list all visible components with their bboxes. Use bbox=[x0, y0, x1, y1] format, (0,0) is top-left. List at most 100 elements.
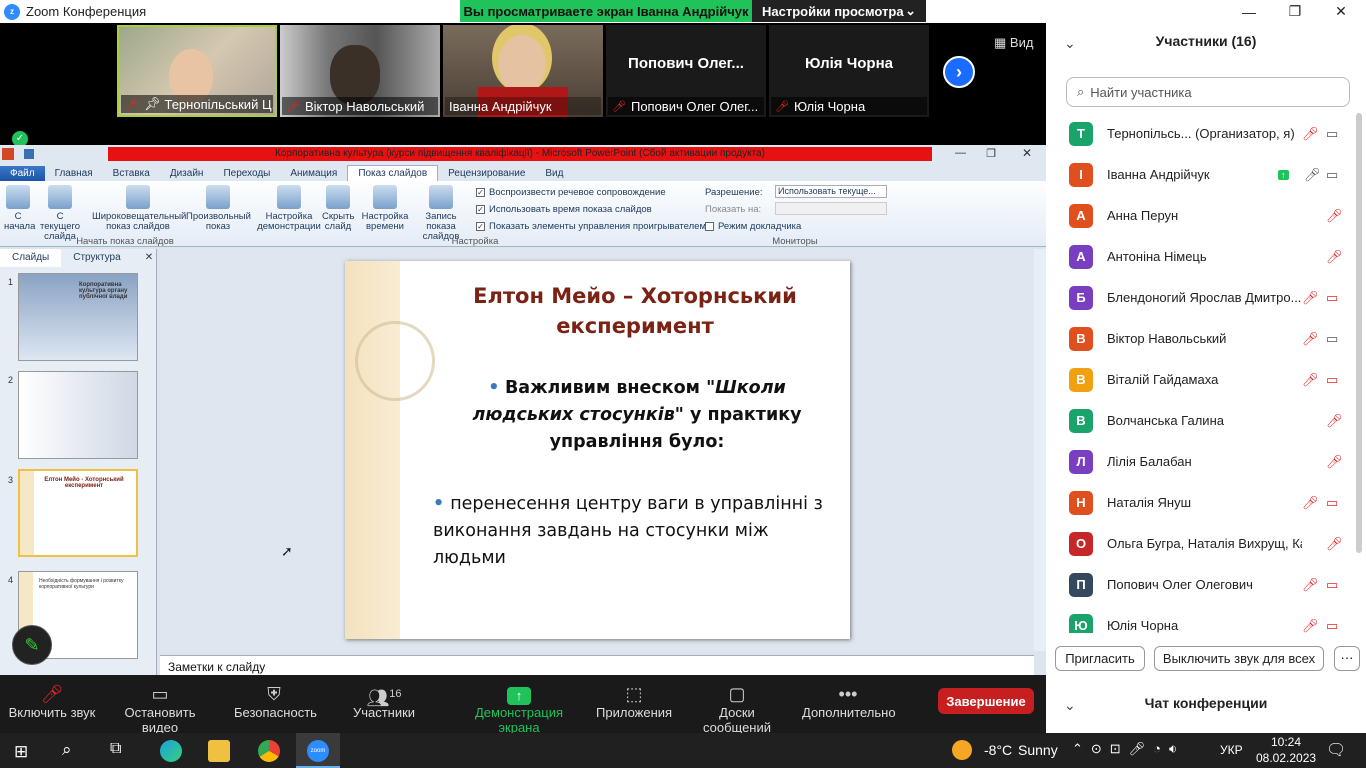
annotate-pen-icon[interactable]: ✎ bbox=[12, 625, 52, 665]
tab-slideshow[interactable]: Показ слайдов bbox=[347, 165, 439, 181]
video-tile[interactable]: Іванна Андрійчук bbox=[443, 25, 603, 117]
participant-row[interactable]: Н Наталія Януш 🎤︎ ▭ bbox=[1046, 482, 1356, 523]
weather-temp[interactable]: -8°C bbox=[984, 742, 1012, 758]
resolution-select[interactable]: Использовать текуще... bbox=[775, 185, 887, 198]
whiteboards-button[interactable]: ▢ Доски сообщений bbox=[684, 683, 790, 735]
tab-insert[interactable]: Вставка bbox=[103, 166, 160, 181]
view-options-button[interactable]: Настройки просмотра ⌄ bbox=[752, 0, 926, 22]
muted-mic-icon[interactable]: 🎤︎ bbox=[1302, 372, 1319, 388]
unmute-button[interactable]: 🎤︎ Включить звук bbox=[8, 683, 96, 720]
slide-scrollbar[interactable] bbox=[1034, 249, 1046, 651]
participant-row[interactable]: Ю Юлія Чорна 🎤︎ ▭ bbox=[1046, 605, 1356, 633]
close-button[interactable]: ✕ bbox=[1318, 0, 1364, 23]
rehearse-timings-button[interactable]: Настройка времени bbox=[360, 185, 410, 232]
muted-mic-icon[interactable]: 🎤︎ bbox=[1326, 208, 1343, 224]
video-tile[interactable]: 🎤︎ 📌︎ Тернопільський Ц... bbox=[117, 25, 277, 117]
narration-checkbox[interactable]: ✓ Воспроизвести речевое сопровождение bbox=[476, 187, 666, 198]
video-off-icon[interactable]: ▭ bbox=[1326, 372, 1338, 388]
video-icon[interactable]: ▭ bbox=[1326, 167, 1338, 183]
muted-mic-icon[interactable]: 🎤︎ bbox=[1326, 249, 1343, 265]
setup-show-button[interactable]: Настройка демонстрации bbox=[256, 185, 322, 232]
muted-mic-icon[interactable]: 🎤︎ bbox=[1302, 577, 1319, 593]
maximize-button[interactable]: ❐ bbox=[1272, 0, 1318, 23]
more-button[interactable]: ••• Дополнительно bbox=[802, 683, 896, 720]
zoom-taskbar-button[interactable]: zoom bbox=[296, 733, 340, 768]
participant-row[interactable]: Л Лілія Балабан 🎤︎ bbox=[1046, 441, 1356, 482]
video-off-icon[interactable]: ▭ bbox=[1326, 495, 1338, 511]
participant-row[interactable]: В Віктор Навольський 🎤︎ ▭ bbox=[1046, 318, 1356, 359]
task-view-icon[interactable]: ⧉ bbox=[110, 740, 121, 758]
video-off-icon[interactable]: ▭ bbox=[1326, 618, 1338, 634]
security-button[interactable]: ⛨ Безопасность bbox=[234, 683, 317, 720]
windows-start-icon[interactable]: ⊞ bbox=[14, 742, 28, 762]
mute-all-button[interactable]: Выключить звук для всех bbox=[1154, 646, 1324, 671]
tab-view[interactable]: Вид bbox=[535, 166, 573, 181]
tab-home[interactable]: Главная bbox=[45, 166, 103, 181]
file-explorer-icon[interactable] bbox=[208, 740, 230, 762]
more-options-icon[interactable]: ··· bbox=[1334, 646, 1360, 671]
ppt-restore-button[interactable]: ❐ bbox=[986, 147, 996, 160]
participant-row[interactable]: І Іванна Андрійчук ↑ 🎤︎ ▭ bbox=[1046, 154, 1356, 195]
slide-editor[interactable]: Елтон Мейо – Хоторнський експеримент • В… bbox=[160, 249, 1034, 651]
participant-row[interactable]: Б Блендоногий Ярослав Дмитро... 🎤︎ ▭ bbox=[1046, 277, 1356, 318]
muted-mic-icon[interactable]: 🎤︎ bbox=[1302, 290, 1319, 306]
tab-outline[interactable]: Структура bbox=[61, 249, 132, 267]
next-page-arrow-icon[interactable]: › bbox=[943, 56, 975, 88]
tab-file[interactable]: Файл bbox=[0, 166, 45, 181]
participant-list-scrollbar[interactable] bbox=[1356, 113, 1362, 553]
video-icon[interactable]: ▭ bbox=[1326, 126, 1338, 142]
muted-mic-icon[interactable]: 🎤︎ bbox=[1302, 331, 1319, 347]
edge-icon[interactable] bbox=[160, 740, 182, 762]
participants-button[interactable]: 👥︎16 Участники bbox=[352, 683, 416, 720]
broadcast-button[interactable]: Широковещательный показ слайдов bbox=[92, 185, 186, 232]
tab-transitions[interactable]: Переходы bbox=[213, 166, 280, 181]
hide-slide-button[interactable]: Скрыть слайд bbox=[322, 185, 354, 232]
video-tile[interactable]: Попович Олег... 🎤︎ Попович Олег Олег... bbox=[606, 25, 766, 117]
tab-review[interactable]: Рецензирование bbox=[438, 166, 535, 181]
slide-thumbnail[interactable]: Корпоративна культура органу публічної в… bbox=[18, 273, 138, 361]
participant-row[interactable]: В Віталій Гайдамаха 🎤︎ ▭ bbox=[1046, 359, 1356, 400]
end-meeting-button[interactable]: Завершение bbox=[938, 688, 1034, 714]
weather-text[interactable]: Sunny bbox=[1018, 742, 1058, 758]
participant-row[interactable]: Т Тернопільсь... (Организатор, я) 🎤︎ ▭ bbox=[1046, 113, 1356, 154]
timings-checkbox[interactable]: ✓ Использовать время показа слайдов bbox=[476, 204, 652, 215]
search-participant-input[interactable]: ⌕ Найти участника bbox=[1066, 77, 1350, 107]
muted-mic-icon[interactable]: 🎤︎ bbox=[1302, 618, 1319, 634]
current-slide[interactable]: Елтон Мейо – Хоторнський експеримент • В… bbox=[345, 261, 850, 639]
notes-pane[interactable]: Заметки к слайду bbox=[160, 655, 1034, 675]
minimize-button[interactable]: — bbox=[1226, 0, 1272, 23]
media-controls-checkbox[interactable]: ✓ Показать элементы управления проигрыват… bbox=[476, 221, 706, 232]
video-tile[interactable]: Юлія Чорна 🎤︎ Юлія Чорна bbox=[769, 25, 929, 117]
ppt-minimize-button[interactable]: — bbox=[955, 147, 966, 159]
mic-icon[interactable]: 🎤︎ bbox=[1304, 167, 1321, 183]
video-icon[interactable]: ▭ bbox=[1326, 331, 1338, 347]
ppt-close-button[interactable]: ✕ bbox=[1022, 146, 1032, 160]
slide-thumbnail[interactable] bbox=[18, 371, 138, 459]
participant-row[interactable]: О Ольга Бугра, Наталія Вихрущ, Кат... 🎤︎ bbox=[1046, 523, 1356, 564]
notifications-icon[interactable]: 🗨︎ bbox=[1326, 740, 1346, 760]
muted-mic-icon[interactable]: 🎤︎ bbox=[1302, 495, 1319, 511]
slide-thumbnail-selected[interactable]: Елтон Мейо - Хоторнський експеримент bbox=[18, 469, 138, 557]
monitor-select[interactable] bbox=[775, 202, 887, 215]
participant-row[interactable]: В Волчанська Галина 🎤︎ bbox=[1046, 400, 1356, 441]
clock-time[interactable]: 10:24 bbox=[1266, 735, 1306, 749]
muted-mic-icon[interactable]: 🎤︎ bbox=[1326, 454, 1343, 470]
invite-button[interactable]: Пригласить bbox=[1055, 646, 1145, 671]
video-tile[interactable]: 🎤︎ Віктор Навольський bbox=[280, 25, 440, 117]
from-current-button[interactable]: С текущего слайда bbox=[36, 185, 84, 242]
record-show-button[interactable]: Запись показа слайдов bbox=[410, 185, 472, 242]
video-off-icon[interactable]: ▭ bbox=[1326, 577, 1338, 593]
muted-mic-icon[interactable]: 🎤︎ bbox=[1326, 536, 1343, 552]
tray-icons[interactable]: ⌃⊙⊡🎤︎◔🔉︎ bbox=[1072, 741, 1185, 757]
participant-row[interactable]: А Антоніна Німець 🎤︎ bbox=[1046, 236, 1356, 277]
share-screen-button[interactable]: ↑ Демонстрация экрана bbox=[456, 683, 582, 735]
stop-video-button[interactable]: ▭ Остановить видео bbox=[108, 683, 212, 735]
clock-date[interactable]: 08.02.2023 bbox=[1256, 751, 1316, 765]
from-start-button[interactable]: С начала bbox=[4, 185, 35, 232]
participant-row[interactable]: П Попович Олег Олегович 🎤︎ ▭ bbox=[1046, 564, 1356, 605]
save-icon[interactable] bbox=[24, 149, 34, 159]
view-button[interactable]: ▦ Вид bbox=[994, 35, 1033, 51]
muted-mic-icon[interactable]: 🎤︎ bbox=[1326, 413, 1343, 429]
presenter-view-checkbox[interactable]: Режим докладчика bbox=[705, 221, 801, 232]
participant-row[interactable]: А Анна Перун 🎤︎ bbox=[1046, 195, 1356, 236]
